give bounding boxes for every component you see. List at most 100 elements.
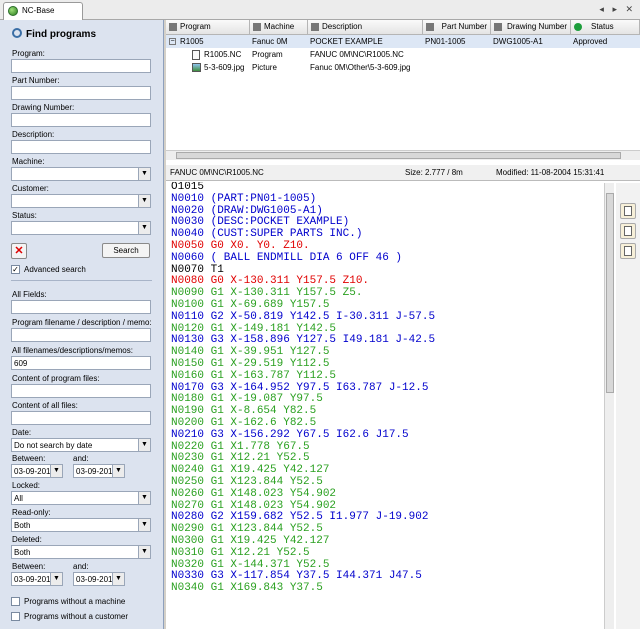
cell-program: R1005.NC xyxy=(204,50,242,59)
vertical-scrollbar[interactable] xyxy=(604,183,614,629)
tab-label: NC-Base xyxy=(22,6,55,15)
date-select[interactable]: Do not search by date ▼ xyxy=(11,438,151,452)
customer-select[interactable]: ▼ xyxy=(11,194,151,208)
content-program-input[interactable] xyxy=(11,384,151,398)
code-editor[interactable]: O1015 N0010 (PART:PN01-1005) N0020 (DRAW:D… xyxy=(166,182,602,629)
date-to-value: 03-09-2013 xyxy=(76,467,117,476)
chevron-down-icon[interactable]: ▼ xyxy=(50,573,62,585)
date-to-select[interactable]: 03-09-2013 ▼ xyxy=(73,464,125,478)
edit-document-button[interactable] xyxy=(620,203,636,219)
program-label: Program: xyxy=(12,49,45,58)
readonly-select[interactable]: Both ▼ xyxy=(11,518,151,532)
column-label: Machine xyxy=(264,22,295,31)
machine-icon xyxy=(253,23,261,31)
drawing-icon xyxy=(494,23,502,31)
chevron-down-icon[interactable]: ▼ xyxy=(138,519,150,531)
deleted-label: Deleted: xyxy=(12,535,42,544)
date2-to-select[interactable]: 03-09-2013 ▼ xyxy=(73,572,125,586)
code-line: N0150 G1 X-29.519 Y112.5 xyxy=(171,357,330,370)
chevron-down-icon[interactable]: ▼ xyxy=(112,573,124,585)
description-icon xyxy=(311,23,319,31)
and2-label: and: xyxy=(73,562,89,571)
edit-document-icon xyxy=(624,206,632,216)
content-all-input[interactable] xyxy=(11,411,151,425)
chevron-down-icon[interactable]: ▼ xyxy=(138,546,150,558)
search-panel: Find programs Program: Part Number: Draw… xyxy=(0,20,164,629)
no-machine-checkbox[interactable] xyxy=(11,597,20,606)
cell-machine: Program xyxy=(252,50,283,59)
column-machine[interactable]: Machine xyxy=(250,20,308,35)
deleted-value: Both xyxy=(14,548,31,557)
globe-icon xyxy=(8,6,18,16)
search-button[interactable]: Search xyxy=(102,243,150,258)
chevron-down-icon[interactable]: ▼ xyxy=(138,439,150,451)
drawing-number-input[interactable] xyxy=(11,113,151,127)
content-all-label: Content of all files: xyxy=(12,401,78,410)
status-select[interactable]: ▼ xyxy=(11,221,151,235)
deleted-select[interactable]: Both ▼ xyxy=(11,545,151,559)
part-number-label: Part Number: xyxy=(12,76,60,85)
all-fields-input[interactable] xyxy=(11,300,151,314)
scrollbar-thumb[interactable] xyxy=(606,193,614,393)
no-customer-checkbox[interactable] xyxy=(11,612,20,621)
file-path: FANUC 0M\NC\R1005.NC xyxy=(170,168,264,177)
clear-button[interactable]: ✕ xyxy=(11,243,27,259)
advanced-search-label: Advanced search xyxy=(24,265,86,274)
horizontal-scrollbar[interactable] xyxy=(166,150,640,160)
table-row[interactable]: 5-3-609.jpg Picture Fanuc 0M\Other\5-3-6… xyxy=(166,61,640,74)
code-line: N0210 G3 X-156.292 Y67.5 I62.6 J17.5 xyxy=(171,428,409,441)
part-number-input[interactable] xyxy=(11,86,151,100)
chevron-down-icon[interactable]: ▼ xyxy=(50,465,62,477)
search-title: Find programs xyxy=(26,29,97,40)
search-header: Find programs xyxy=(12,28,96,40)
chevron-down-icon[interactable]: ▼ xyxy=(138,195,150,207)
drawing-number-label: Drawing Number: xyxy=(12,103,75,112)
column-part-number[interactable]: Part Number xyxy=(423,20,491,35)
all-filenames-input[interactable] xyxy=(11,356,151,370)
column-program[interactable]: Program xyxy=(166,20,250,35)
machine-select[interactable]: ▼ xyxy=(11,167,151,181)
between2-label: Between: xyxy=(12,562,46,571)
title-bar: NC-Base ◂ ▸ ✕ xyxy=(0,0,640,20)
and-label: and: xyxy=(73,454,89,463)
code-line: N0260 G1 X148.023 Y54.902 xyxy=(171,487,337,500)
scrollbar-thumb[interactable] xyxy=(176,152,621,159)
window-controls[interactable]: ◂ ▸ ✕ xyxy=(599,4,636,15)
file-icon xyxy=(192,50,200,60)
column-label: Program xyxy=(180,22,211,31)
advanced-search-checkbox[interactable]: ✓ xyxy=(11,265,20,274)
code-line: N0060 ( BALL ENDMILL DIA 6 OFF 46 ) xyxy=(171,251,403,264)
status-label: Status: xyxy=(12,211,37,220)
chevron-down-icon[interactable]: ▼ xyxy=(138,492,150,504)
chevron-down-icon[interactable]: ▼ xyxy=(138,168,150,180)
collapse-icon[interactable]: − xyxy=(169,38,176,45)
document-properties-button[interactable] xyxy=(620,223,636,239)
column-label: Part Number xyxy=(441,22,487,31)
date2-from-select[interactable]: 03-09-2013 ▼ xyxy=(11,572,63,586)
code-line: N0160 G1 X-163.787 Y112.5 xyxy=(171,369,337,382)
file-modified: Modified: 11-08-2004 15:31:41 xyxy=(496,168,605,177)
send-document-button[interactable] xyxy=(620,243,636,259)
description-label: Description: xyxy=(12,130,55,139)
date-from-select[interactable]: 03-09-2013 ▼ xyxy=(11,464,63,478)
chevron-down-icon[interactable]: ▼ xyxy=(138,222,150,234)
code-line: N0050 G0 X0. Y0. Z10. xyxy=(171,239,310,252)
description-input[interactable] xyxy=(11,140,151,154)
table-row[interactable]: R1005.NC Program FANUC 0M\NC\R1005.NC xyxy=(166,48,640,61)
code-line: N0200 G1 X-162.6 Y82.5 xyxy=(171,416,317,429)
chevron-down-icon[interactable]: ▼ xyxy=(112,465,124,477)
column-description[interactable]: Description xyxy=(308,20,423,35)
column-status[interactable]: Status xyxy=(571,20,640,35)
program-input[interactable] xyxy=(11,59,151,73)
send-document-icon xyxy=(624,246,632,256)
prog-desc-memo-input[interactable] xyxy=(11,328,151,342)
between-label: Between: xyxy=(12,454,46,463)
tab-nc-base[interactable]: NC-Base xyxy=(3,2,83,20)
clear-icon: ✕ xyxy=(14,245,24,257)
readonly-value: Both xyxy=(14,521,31,530)
no-customer-label: Programs without a customer xyxy=(24,612,129,621)
locked-select[interactable]: All ▼ xyxy=(11,491,151,505)
table-row[interactable]: − R1005 Fanuc 0M POCKET EXAMPLE PN01-100… xyxy=(166,35,640,48)
all-fields-label: All Fields: xyxy=(12,290,47,299)
column-drawing-number[interactable]: Drawing Number xyxy=(491,20,571,35)
